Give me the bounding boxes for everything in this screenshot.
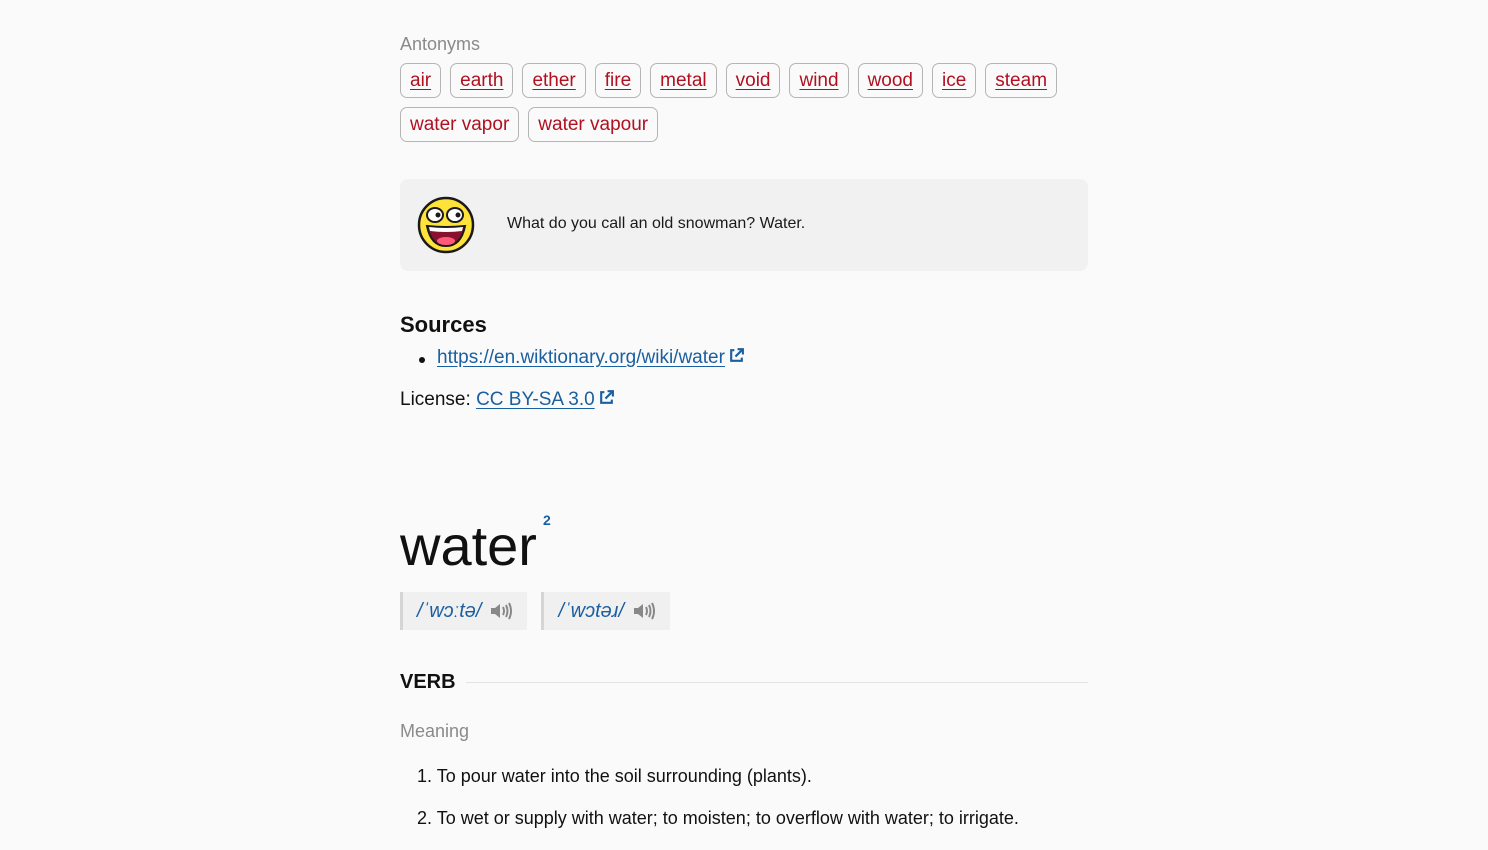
antonym-chip[interactable]: wood: [857, 63, 923, 98]
pronunciation-button[interactable]: /ˈwɔːtə/: [400, 592, 528, 630]
definition-list: 1. To pour water into the soil surroundi…: [400, 766, 1088, 850]
external-link-icon: [599, 390, 614, 404]
pronunciation-row: /ˈwɔːtə/ /ˈwɔtəɹ/: [400, 592, 671, 630]
antonym-chip[interactable]: ice: [931, 63, 977, 98]
joke-text: What do you call an old snowman? Water.: [507, 215, 806, 232]
speaker-icon: [634, 602, 656, 620]
antonym-chip[interactable]: fire: [594, 63, 642, 98]
pronunciation-button[interactable]: /ˈwɔtəɹ/: [541, 592, 671, 630]
license-link[interactable]: CC BY-SA 3.0: [476, 389, 615, 410]
meaning-label: Meaning: [400, 721, 470, 741]
antonyms-chip-list: air earth ether fire metal void wind woo…: [400, 63, 1088, 142]
definition-item: 1. To pour water into the soil surroundi…: [417, 766, 812, 786]
antonym-chip[interactable]: steam: [985, 63, 1058, 98]
headword: water: [400, 514, 537, 577]
license-label: License:: [400, 389, 471, 410]
antonyms-label: Antonyms: [400, 34, 481, 54]
bullet: [419, 357, 425, 363]
pronunciation-text: /ˈwɔːtə/: [417, 599, 482, 622]
sources-list: https://en.wiktionary.org/wiki/water: [400, 347, 745, 369]
license-line: License: CC BY-SA 3.0: [400, 389, 615, 411]
antonym-chip[interactable]: water vapor: [400, 107, 520, 142]
part-of-speech: VERB: [400, 671, 456, 693]
antonym-chip[interactable]: water vapour: [528, 107, 659, 142]
source-item: https://en.wiktionary.org/wiki/water: [400, 347, 745, 369]
license-link-text: CC BY-SA 3.0: [476, 389, 595, 410]
antonym-chip[interactable]: air: [400, 63, 442, 98]
definition-item: 2. To wet or supply with water; to moist…: [417, 808, 1019, 828]
antonym-chip[interactable]: wind: [789, 63, 849, 98]
source-link-text: https://en.wiktionary.org/wiki/water: [437, 347, 725, 368]
speaker-icon: [491, 602, 513, 620]
homograph-number[interactable]: 2: [543, 512, 551, 528]
joke-card: What do you call an old snowman? Water.: [400, 179, 1088, 271]
divider: [465, 682, 1088, 683]
part-of-speech-row: VERB: [400, 671, 1088, 694]
laughing-face-icon: [417, 196, 475, 254]
external-link-icon: [730, 348, 744, 362]
antonym-chip[interactable]: ether: [522, 63, 586, 98]
source-link[interactable]: https://en.wiktionary.org/wiki/water: [437, 347, 745, 368]
antonym-chip[interactable]: void: [725, 63, 781, 98]
antonym-chip[interactable]: metal: [650, 63, 717, 98]
sources-heading: Sources: [400, 312, 487, 337]
antonym-chip[interactable]: earth: [450, 63, 514, 98]
pronunciation-text: /ˈwɔtəɹ/: [558, 599, 625, 622]
